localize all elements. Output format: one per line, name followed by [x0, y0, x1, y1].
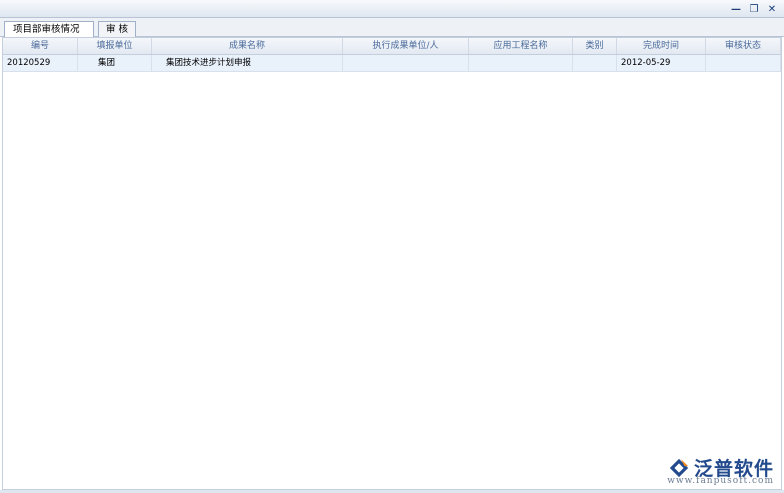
column-header-id[interactable]: 编号: [3, 38, 78, 54]
window-controls: — ❐ ✕: [730, 3, 778, 15]
column-header-status[interactable]: 审核状态: [706, 38, 781, 54]
brand-logo: 泛普软件 www.fanpusoft.com: [667, 454, 774, 486]
logo-url: www.fanpusoft.com: [667, 476, 774, 486]
tab-project-review-status[interactable]: 项目部审核情况: [4, 21, 94, 37]
cell-date: 2012-05-29: [617, 55, 706, 71]
minimize-icon[interactable]: —: [730, 3, 742, 15]
table-header: 编号 填报单位 成果名称 执行成果单位/人 应用工程名称 类别 完成时间 审核状…: [3, 38, 781, 55]
column-header-name[interactable]: 成果名称: [152, 38, 343, 54]
column-header-category[interactable]: 类别: [573, 38, 617, 54]
window-titlebar: — ❐ ✕: [0, 0, 784, 18]
tab-review[interactable]: 审 核: [98, 21, 136, 37]
restore-icon[interactable]: ❐: [748, 3, 760, 15]
results-table: 编号 填报单位 成果名称 执行成果单位/人 应用工程名称 类别 完成时间 审核状…: [2, 37, 782, 490]
cell-status: [706, 55, 781, 71]
table-row[interactable]: 20120529 集团 集团技术进步计划申报 2012-05-29: [3, 55, 781, 72]
column-header-executor[interactable]: 执行成果单位/人: [343, 38, 469, 54]
cell-project: [469, 55, 573, 71]
cell-unit: 集团: [78, 55, 152, 71]
column-header-project[interactable]: 应用工程名称: [469, 38, 573, 54]
cell-executor: [343, 55, 469, 71]
close-icon[interactable]: ✕: [766, 3, 778, 15]
cell-category: [573, 55, 617, 71]
column-header-unit[interactable]: 填报单位: [78, 38, 152, 54]
cell-id: 20120529: [3, 55, 78, 71]
cell-unit-text: 集团: [98, 58, 116, 68]
cell-name: 集团技术进步计划申报: [152, 55, 343, 71]
column-header-date[interactable]: 完成时间: [617, 38, 706, 54]
cell-name-text: 集团技术进步计划申报: [166, 58, 252, 68]
tab-bar: 项目部审核情况 审 核: [0, 18, 784, 37]
